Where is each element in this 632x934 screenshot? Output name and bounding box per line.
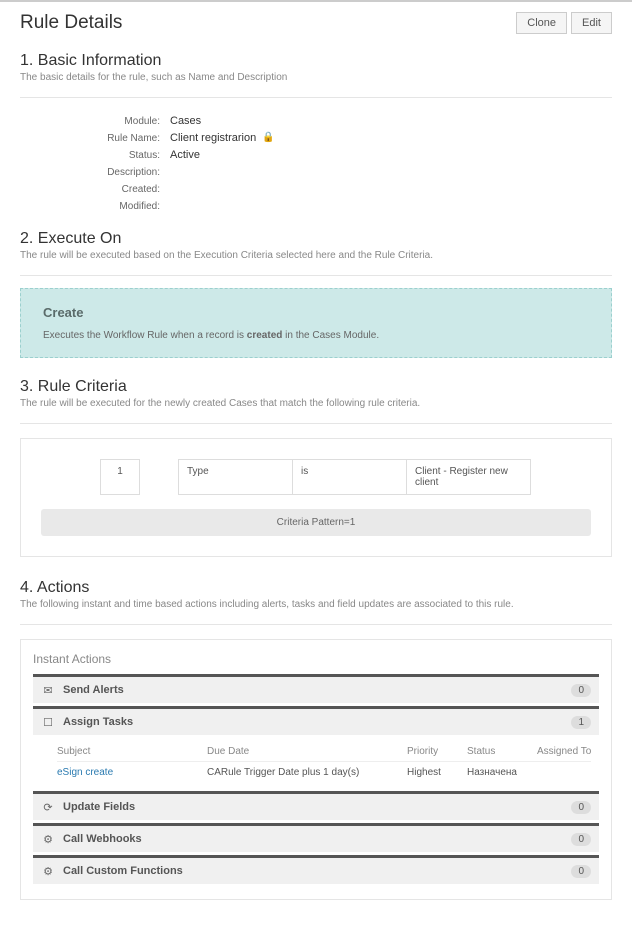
value-created — [170, 182, 612, 195]
action-group-call-custom[interactable]: ⚙ Call Custom Functions 0 — [33, 855, 599, 884]
label-status: Status: — [20, 148, 170, 161]
criteria-gap — [139, 459, 179, 495]
instant-actions-title: Instant Actions — [33, 652, 599, 666]
tasks-data-row: eSign create CARule Trigger Date plus 1 … — [57, 762, 591, 783]
value-status: Active — [170, 148, 612, 161]
exec-desc-bold: created — [247, 330, 283, 341]
execute-box-desc: Executes the Workflow Rule when a record… — [43, 330, 589, 341]
value-modified — [170, 199, 612, 212]
count-badge: 1 — [571, 716, 591, 729]
value-description — [170, 165, 612, 178]
th-priority: Priority — [407, 746, 467, 757]
divider — [20, 97, 612, 98]
criteria-op: is — [292, 459, 407, 495]
criteria-box: 1 Type is Client - Register new client C… — [20, 438, 612, 557]
action-label: Call Webhooks — [63, 833, 142, 845]
th-due: Due Date — [207, 746, 407, 757]
divider — [20, 624, 612, 625]
section-desc: The following instant and time based act… — [20, 599, 612, 610]
task-assigned — [537, 767, 617, 778]
tasks-table: Subject Due Date Priority Status Assigne… — [33, 738, 599, 791]
action-group-send-alerts[interactable]: ✉ Send Alerts 0 — [33, 674, 599, 703]
header-buttons: Clone Edit — [516, 12, 612, 34]
task-status: Назначена — [467, 767, 537, 778]
section-desc: The basic details for the rule, such as … — [20, 72, 612, 83]
action-group-call-webhooks[interactable]: ⚙ Call Webhooks 0 — [33, 823, 599, 852]
th-status: Status — [467, 746, 537, 757]
section-heading: 3. Rule Criteria — [20, 378, 612, 396]
criteria-num: 1 — [100, 459, 140, 495]
page-header: Rule Details Clone Edit — [0, 2, 632, 44]
actions-box: Instant Actions ✉ Send Alerts 0 ☐ Assign… — [20, 639, 612, 900]
count-badge: 0 — [571, 833, 591, 846]
rulename-text: Client registrarion — [170, 132, 256, 144]
section-actions: 4. Actions The following instant and tim… — [0, 571, 632, 618]
section-desc: The rule will be executed for the newly … — [20, 398, 612, 409]
mail-icon: ✉ — [41, 683, 55, 697]
action-label: Update Fields — [63, 801, 135, 813]
section-num: 3. — [20, 378, 33, 395]
section-heading: 1. Basic Information — [20, 52, 612, 70]
section-title: Basic Information — [38, 52, 162, 69]
divider — [20, 275, 612, 276]
criteria-pattern: Criteria Pattern=1 — [41, 509, 591, 536]
webhook-icon: ⚙ — [41, 832, 55, 846]
section-title: Rule Criteria — [38, 378, 127, 395]
value-module: Cases — [170, 114, 612, 127]
action-group-update-fields[interactable]: ⟳ Update Fields 0 — [33, 791, 599, 820]
section-execute: 2. Execute On The rule will be executed … — [0, 222, 632, 269]
task-icon: ☐ — [41, 715, 55, 729]
label-rulename: Rule Name: — [20, 131, 170, 144]
function-icon: ⚙ — [41, 864, 55, 878]
section-title: Actions — [37, 579, 89, 596]
count-badge: 0 — [571, 801, 591, 814]
label-description: Description: — [20, 165, 170, 178]
update-icon: ⟳ — [41, 800, 55, 814]
section-heading: 4. Actions — [20, 579, 612, 597]
section-num: 1. — [20, 52, 33, 69]
execute-box: Create Executes the Workflow Rule when a… — [20, 288, 612, 358]
label-created: Created: — [20, 182, 170, 195]
th-subject: Subject — [57, 746, 207, 757]
task-due: CARule Trigger Date plus 1 day(s) — [207, 767, 407, 778]
section-num: 4. — [20, 579, 33, 596]
action-group-assign-tasks[interactable]: ☐ Assign Tasks 1 — [33, 706, 599, 735]
lock-icon: 🔒 — [262, 132, 274, 143]
section-criteria: 3. Rule Criteria The rule will be execut… — [0, 370, 632, 417]
value-rulename: Client registrarion 🔒 — [170, 131, 612, 144]
action-label: Assign Tasks — [63, 716, 133, 728]
task-subject-link[interactable]: eSign create — [57, 767, 207, 778]
label-modified: Modified: — [20, 199, 170, 212]
page-title: Rule Details — [20, 12, 122, 34]
criteria-value: Client - Register new client — [406, 459, 531, 495]
section-basic: 1. Basic Information The basic details f… — [0, 44, 632, 91]
edit-button[interactable]: Edit — [571, 12, 612, 34]
action-label: Call Custom Functions — [63, 865, 183, 877]
label-module: Module: — [20, 114, 170, 127]
task-priority: Highest — [407, 767, 467, 778]
section-num: 2. — [20, 230, 33, 247]
criteria-field: Type — [178, 459, 293, 495]
divider — [20, 423, 612, 424]
exec-desc-post: in the Cases Module. — [282, 330, 379, 341]
exec-desc-pre: Executes the Workflow Rule when a record… — [43, 330, 247, 341]
section-heading: 2. Execute On — [20, 230, 612, 248]
action-label: Send Alerts — [63, 684, 124, 696]
clone-button[interactable]: Clone — [516, 12, 567, 34]
execute-box-title: Create — [43, 305, 589, 320]
count-badge: 0 — [571, 684, 591, 697]
section-title: Execute On — [38, 230, 122, 247]
tasks-header-row: Subject Due Date Priority Status Assigne… — [57, 742, 591, 762]
th-assigned: Assigned To — [537, 746, 617, 757]
criteria-row: 1 Type is Client - Register new client — [101, 459, 531, 495]
basic-info-grid: Module: Cases Rule Name: Client registra… — [0, 108, 632, 222]
section-desc: The rule will be executed based on the E… — [20, 250, 612, 261]
count-badge: 0 — [571, 865, 591, 878]
